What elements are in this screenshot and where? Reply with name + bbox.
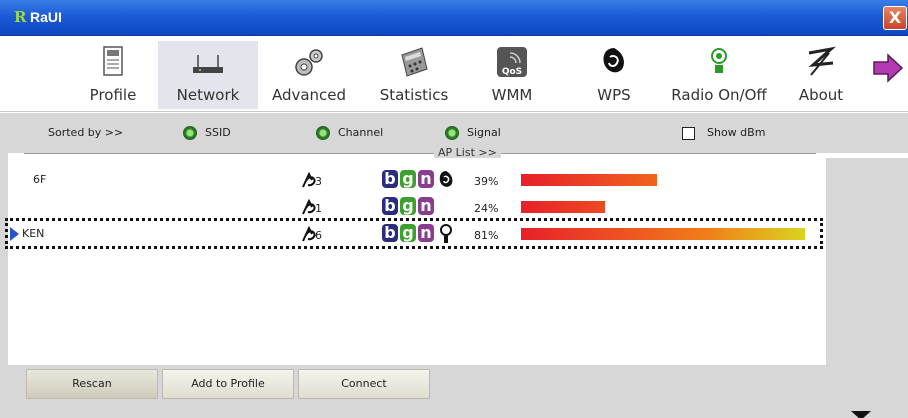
app-logo-icon: R [14,8,27,26]
connect-button[interactable]: Connect [298,369,430,399]
ap-list: 6F 3 b g n 39% 1 b g n 24% KEN 6 b g n 8… [5,158,826,365]
mode-g-badge: g [400,170,416,188]
tab-profile[interactable]: Profile [68,41,158,109]
sort-options-bar: Sorted by >> SSID Channel Signal Show dB… [0,113,908,159]
sort-channel-label: Channel [338,126,384,139]
ap-signal-bar [521,201,605,213]
mode-n-badge: n [418,170,434,188]
profile-icon [103,46,123,76]
add-to-profile-button[interactable]: Add to Profile [162,369,294,399]
ap-channel: 6 [315,229,322,242]
sort-channel-radio[interactable] [316,126,330,140]
wmm-qos-text: QoS [502,67,522,77]
tab-wmm[interactable]: QoS WMM [482,41,542,109]
ap-list-divider-left [24,153,434,154]
close-button[interactable]: X [883,6,907,30]
tab-about[interactable]: About [786,41,856,109]
tab-about-label: About [798,86,844,104]
radio-icon [711,48,727,73]
mode-b-badge: b [382,224,398,242]
tab-wps[interactable]: WPS [584,41,644,109]
ap-signal-percent: 39% [474,175,499,188]
wmm-qos-icon: QoS [497,47,527,77]
mode-n-badge: n [418,197,434,215]
tab-advanced-label: Advanced [271,86,347,104]
tab-network-label: Network [176,86,240,104]
wps-icon [603,48,624,73]
sort-ssid-radio[interactable] [183,126,197,140]
tab-statistics[interactable]: Statistics [366,41,462,109]
chevron-down-icon[interactable] [851,411,871,418]
bottom-action-bar: Rescan Add to Profile Connect [8,365,908,418]
key-icon [440,224,452,243]
mode-g-badge: g [400,224,416,242]
about-icon [808,46,836,76]
ap-signal-bar [521,228,805,240]
rescan-button[interactable]: Rescan [26,369,158,399]
selected-row-arrow-icon [10,227,19,241]
sort-signal-label: Signal [467,126,501,139]
ap-ssid: KEN [22,227,45,240]
sort-signal-radio[interactable] [445,126,459,140]
ap-row-selected[interactable]: KEN 6 b g n 81% [5,218,826,249]
tab-profile-label: Profile [89,86,137,104]
sorted-by-label: Sorted by >> [48,126,124,139]
window-title: RaUI [30,9,62,25]
show-dbm-label: Show dBm [707,126,766,139]
tab-advanced[interactable]: Advanced [262,41,356,109]
tab-radio-on-off[interactable]: Radio On/Off [664,41,774,109]
ap-signal-percent: 24% [474,202,499,215]
next-arrow-icon[interactable] [872,53,904,83]
network-icon [193,55,223,73]
mode-b-badge: b [382,197,398,215]
ap-signal-bar [521,174,657,186]
tab-statistics-label: Statistics [379,86,449,104]
toolbar: Profile Network Advanced Statistics QoS … [0,37,908,112]
wps-icon [439,171,453,187]
tab-wmm-label: WMM [491,86,533,104]
ap-signal-percent: 81% [474,229,499,242]
ap-list-divider-right [500,153,816,154]
tab-radio-label: Radio On/Off [671,86,767,104]
ap-row[interactable]: 1 b g n 24% [8,194,826,220]
tab-wps-label: WPS [597,86,631,104]
ap-row[interactable]: 6F 3 b g n 39% [8,167,826,193]
sort-ssid-label: SSID [205,126,231,139]
left-border [0,153,8,418]
calculator-icon [401,47,428,77]
show-dbm-checkbox[interactable] [682,127,695,140]
list-side-panel [826,158,908,365]
title-bar: R RaUI X [0,0,908,36]
ap-ssid: 6F [33,173,47,186]
mode-n-badge: n [418,224,434,242]
mode-b-badge: b [382,170,398,188]
gears-icon [295,49,323,76]
ap-channel: 3 [315,175,322,188]
ap-channel: 1 [315,202,322,215]
mode-g-badge: g [400,197,416,215]
tab-network[interactable]: Network [158,41,258,109]
